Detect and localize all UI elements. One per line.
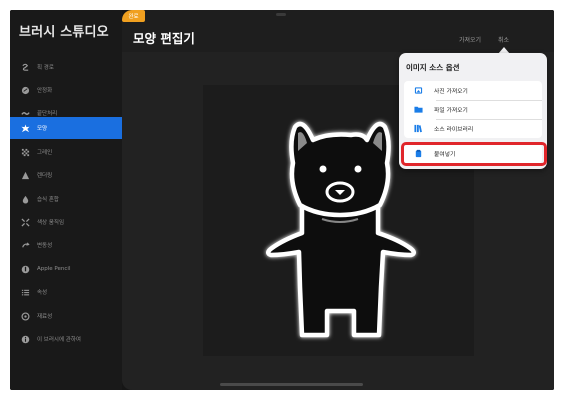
stabilization-icon xyxy=(21,86,30,95)
sidebar-item-shape[interactable]: 모양 xyxy=(10,117,122,139)
import-button[interactable]: 가져오기 xyxy=(459,35,481,44)
rendering-icon xyxy=(21,171,30,180)
grain-icon xyxy=(21,148,30,157)
sidebar-item-label: 재료성 xyxy=(37,314,53,320)
wet-mix-icon xyxy=(21,195,30,204)
sidebar-item-grain[interactable]: 그레인 xyxy=(10,141,122,163)
drag-handle[interactable] xyxy=(276,13,286,16)
sidebar-item-about[interactable]: 이 브러시에 관하여 xyxy=(10,328,122,350)
sidebar-item-apple-pencil[interactable]: Apple Pencil xyxy=(10,258,122,280)
home-indicator xyxy=(220,383,363,386)
menu-item-label: 사진 가져오기 xyxy=(434,89,468,95)
cancel-button[interactable]: 취소 xyxy=(498,35,509,44)
sidebar: 브러시 스튜디오 획 경로 안정화 끝단처리 모양 그레인 렌더링 습식 혼합 xyxy=(10,10,122,390)
highlight-annotation xyxy=(401,142,547,166)
folder-icon xyxy=(414,105,423,114)
sidebar-item-materials[interactable]: 재료성 xyxy=(10,305,122,327)
sidebar-item-stroke-path[interactable]: 획 경로 xyxy=(10,56,122,78)
sidebar-item-dynamics[interactable]: 변동성 xyxy=(10,234,122,256)
sidebar-item-label: 획 경로 xyxy=(37,65,54,71)
sidebar-item-label: 그레인 xyxy=(37,150,53,156)
done-button[interactable]: 완료 xyxy=(122,10,145,22)
sidebar-item-rendering[interactable]: 렌더링 xyxy=(10,164,122,186)
photo-import-icon xyxy=(414,86,423,95)
properties-icon xyxy=(21,288,30,297)
sidebar-item-label: 끝단처리 xyxy=(37,111,58,117)
source-options-group: 사진 가져오기 파일 가져오기 소스 라이브러리 xyxy=(404,81,542,138)
sidebar-item-label: 모양 xyxy=(37,126,48,132)
sidebar-item-properties[interactable]: 속성 xyxy=(10,281,122,303)
sidebar-item-label: 습식 혼합 xyxy=(37,197,59,203)
apple-pencil-icon xyxy=(21,265,30,274)
sidebar-item-label: 이 브러시에 관하여 xyxy=(37,337,81,343)
sidebar-item-label: 색상 움직임 xyxy=(37,220,65,226)
shape-icon xyxy=(21,123,30,133)
library-icon xyxy=(414,124,423,133)
sidebar-item-stabilization[interactable]: 안정화 xyxy=(10,79,122,101)
sidebar-item-label: Apple Pencil xyxy=(37,266,71,272)
popover-title: 이미지 소스 옵션 xyxy=(406,63,460,72)
sidebar-item-label: 안정화 xyxy=(37,88,53,94)
info-icon xyxy=(21,335,30,344)
sidebar-item-label: 속성 xyxy=(37,290,48,296)
sidebar-item-color-dynamics[interactable]: 색상 움직임 xyxy=(10,211,122,233)
materials-icon xyxy=(21,311,30,321)
menu-item-label: 파일 가져오기 xyxy=(434,108,468,114)
sidebar-title: 브러시 스튜디오 xyxy=(19,25,109,40)
menu-item-photo-import[interactable]: 사진 가져오기 xyxy=(404,81,542,100)
stroke-path-icon xyxy=(21,63,30,72)
menu-item-label: 소스 라이브러리 xyxy=(434,127,474,133)
page-title: 모양 편집기 xyxy=(133,31,195,46)
menu-item-source-library[interactable]: 소스 라이브러리 xyxy=(404,119,542,138)
sidebar-item-label: 렌더링 xyxy=(37,173,53,179)
menu-item-file-import[interactable]: 파일 가져오기 xyxy=(404,100,542,119)
sidebar-item-label: 변동성 xyxy=(37,243,53,249)
sidebar-item-wet-mix[interactable]: 습식 혼합 xyxy=(10,188,122,210)
color-dynamics-icon xyxy=(21,217,30,227)
dynamics-icon xyxy=(21,241,30,250)
